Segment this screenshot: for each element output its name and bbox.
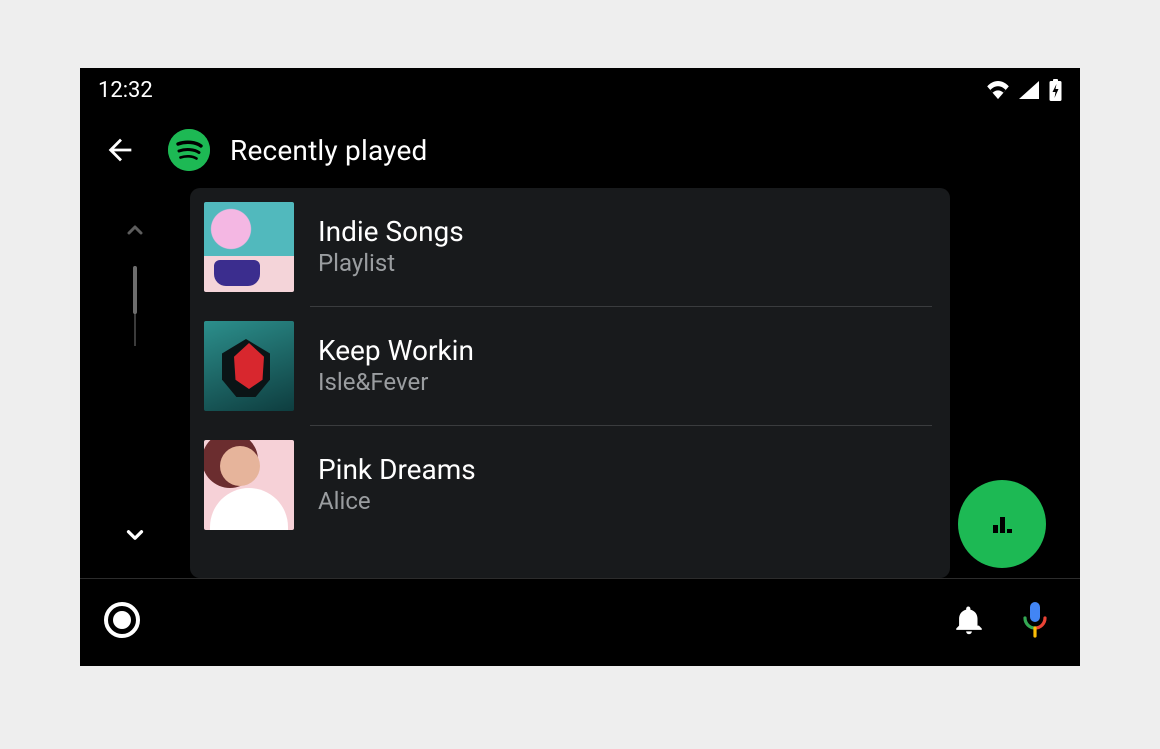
notifications-button[interactable] xyxy=(952,603,986,641)
main-content: Indie Songs Playlist Keep Workin Isle&Fe… xyxy=(80,188,1080,578)
circle-icon xyxy=(102,600,142,640)
scroll-up-button[interactable] xyxy=(123,218,147,246)
bell-icon xyxy=(952,603,986,637)
album-art xyxy=(204,321,294,411)
nav-bar xyxy=(80,578,1080,665)
chevron-up-icon xyxy=(123,218,147,242)
scroll-down-button[interactable] xyxy=(122,522,148,552)
android-auto-screen: 12:32 xyxy=(80,68,1080,666)
list-item[interactable]: Indie Songs Playlist xyxy=(190,188,950,306)
google-mic-icon xyxy=(1020,600,1050,640)
album-art xyxy=(204,440,294,530)
back-button[interactable] xyxy=(98,128,142,172)
equalizer-icon xyxy=(987,509,1017,539)
status-bar: 12:32 xyxy=(80,68,1080,112)
track-title: Keep Workin xyxy=(318,336,474,367)
header: Recently played xyxy=(80,112,1080,188)
wifi-icon xyxy=(987,81,1009,99)
arrow-left-icon xyxy=(103,133,137,167)
now-playing-fab[interactable] xyxy=(958,480,1046,568)
clock: 12:32 xyxy=(98,78,153,103)
album-art xyxy=(204,202,294,292)
track-subtitle: Playlist xyxy=(318,249,464,277)
recently-played-list: Indie Songs Playlist Keep Workin Isle&Fe… xyxy=(190,188,950,578)
voice-assistant-button[interactable] xyxy=(1020,600,1050,644)
page-title: Recently played xyxy=(230,134,428,167)
track-subtitle: Alice xyxy=(318,487,476,515)
list-item[interactable]: Pink Dreams Alice xyxy=(190,426,950,544)
chevron-down-icon xyxy=(122,522,148,548)
scroll-track[interactable] xyxy=(134,266,136,346)
track-subtitle: Isle&Fever xyxy=(318,368,474,396)
spotify-logo-icon xyxy=(168,129,210,171)
battery-charging-icon xyxy=(1049,79,1062,101)
list-item[interactable]: Keep Workin Isle&Fever xyxy=(190,307,950,425)
track-title: Indie Songs xyxy=(318,217,464,248)
scroll-thumb[interactable] xyxy=(133,266,137,314)
home-button[interactable] xyxy=(102,600,142,644)
scroll-indicator xyxy=(80,188,190,578)
track-title: Pink Dreams xyxy=(318,455,476,486)
cellular-icon xyxy=(1019,81,1039,99)
